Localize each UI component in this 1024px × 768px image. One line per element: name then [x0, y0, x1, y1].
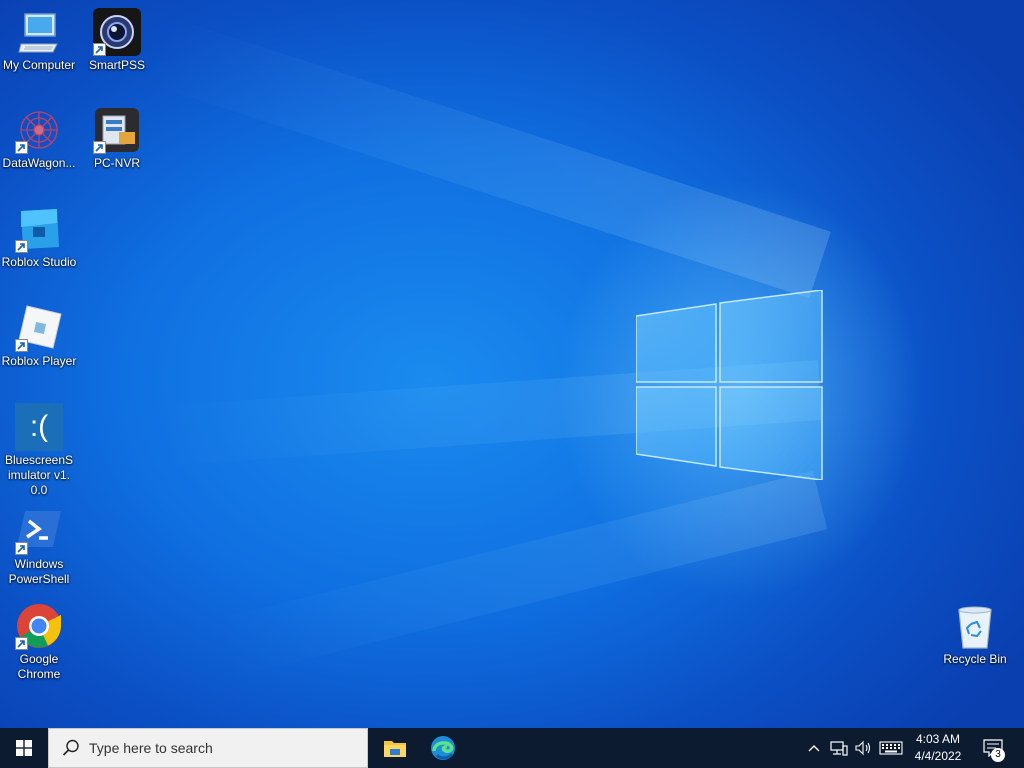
windows-start-icon: [16, 740, 32, 756]
shortcut-arrow-icon: [15, 141, 28, 154]
taskbar-file-explorer[interactable]: [371, 728, 419, 768]
bsod-sad-face-icon: :(: [15, 403, 63, 451]
taskbar-search-box[interactable]: Type here to search: [48, 728, 368, 768]
wallpaper-ray: [143, 15, 831, 299]
network-icon: [830, 741, 848, 756]
tray-volume[interactable]: [852, 728, 876, 768]
desktop-icon-pc-nvr[interactable]: PC-NVR: [76, 106, 158, 171]
shortcut-arrow-icon: [93, 43, 106, 56]
tray-touch-keyboard[interactable]: [876, 728, 906, 768]
recycle-bin-icon: [951, 602, 999, 650]
desktop-icon-my-computer[interactable]: My Computer: [0, 8, 80, 73]
powershell-icon: [15, 507, 63, 555]
desktop-icon-label: BluescreenSimulator v1.0.0: [4, 453, 74, 497]
desktop-icon-roblox-player[interactable]: Roblox Player: [0, 304, 80, 369]
clock-date: 4/4/2022: [914, 749, 962, 763]
chevron-up-icon: [808, 745, 820, 752]
search-placeholder: Type here to search: [89, 740, 213, 756]
chrome-icon: [15, 602, 63, 650]
desktop-icon-recycle-bin[interactable]: Recycle Bin: [934, 602, 1016, 667]
tray-show-hidden-icons[interactable]: [804, 728, 824, 768]
taskbar-microsoft-edge[interactable]: [419, 728, 467, 768]
action-center-button[interactable]: 3: [978, 728, 1010, 768]
smartpss-icon: [93, 8, 141, 56]
tray-network[interactable]: [826, 728, 852, 768]
desktop-icon-windows-powershell[interactable]: Windows PowerShell: [0, 507, 80, 587]
tray-clock[interactable]: 4:03 AM 4/4/2022: [906, 731, 970, 765]
desktop-icon-label: DataWagon...: [2, 156, 76, 170]
desktop-icon-label: Recycle Bin: [943, 652, 1007, 666]
desktop-icon-label: Roblox Studio: [1, 255, 77, 269]
datawagon-icon: [15, 106, 63, 154]
start-button[interactable]: [0, 728, 48, 768]
clock-time: 4:03 AM: [915, 732, 961, 746]
desktop: My Computer SmartPSS DataWagon... PC-NVR…: [0, 0, 1024, 728]
shortcut-arrow-icon: [15, 339, 28, 352]
search-icon: [62, 739, 79, 756]
desktop-icon-bluescreen-simulator[interactable]: :( BluescreenSimulator v1.0.0: [0, 403, 80, 498]
desktop-icon-datawagon[interactable]: DataWagon...: [0, 106, 80, 171]
desktop-icon-label: My Computer: [2, 58, 76, 72]
desktop-icon-label: Roblox Player: [1, 354, 77, 368]
shortcut-arrow-icon: [15, 542, 28, 555]
taskbar: Type here to search 4:03 AM 4/4/2022 3: [0, 728, 1024, 768]
pc-nvr-icon: [93, 106, 141, 154]
file-explorer-icon: [384, 741, 406, 757]
windows-logo-wallpaper: [636, 290, 823, 480]
keyboard-icon: [879, 741, 903, 755]
desktop-icon-smartpss[interactable]: SmartPSS: [76, 8, 158, 73]
bsod-face-text: :(: [29, 410, 49, 443]
shortcut-arrow-icon: [15, 637, 28, 650]
roblox-player-icon: [15, 304, 63, 352]
desktop-icon-roblox-studio[interactable]: Roblox Studio: [0, 205, 80, 270]
shortcut-arrow-icon: [93, 141, 106, 154]
desktop-icon-label: Windows PowerShell: [8, 557, 70, 586]
desktop-icon-label: PC-NVR: [93, 156, 140, 170]
notification-count-badge: 3: [991, 748, 1005, 762]
desktop-icon-label: Google Chrome: [17, 652, 61, 681]
desktop-icon-google-chrome[interactable]: Google Chrome: [0, 602, 80, 682]
desktop-icon-label: SmartPSS: [88, 58, 145, 72]
shortcut-arrow-icon: [15, 240, 28, 253]
roblox-studio-icon: [15, 205, 63, 253]
volume-icon: [855, 740, 871, 756]
edge-icon: [431, 736, 455, 760]
wallpaper-ray: [211, 470, 828, 680]
computer-icon: [15, 8, 63, 56]
